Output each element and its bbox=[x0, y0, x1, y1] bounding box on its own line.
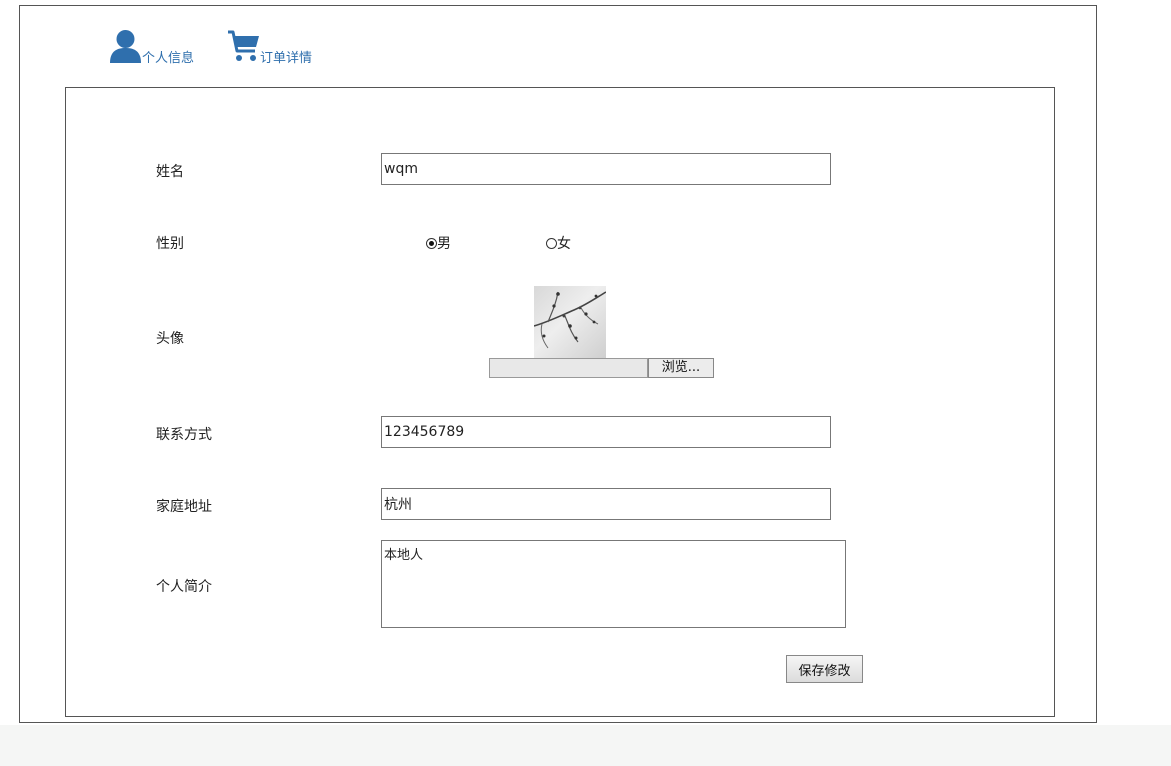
name-label: 姓名 bbox=[156, 164, 184, 180]
gender-male-label: 男 bbox=[437, 236, 451, 252]
nav-orders-label: 订单详情 bbox=[260, 51, 313, 66]
user-icon bbox=[109, 29, 142, 67]
avatar-file-path[interactable] bbox=[489, 358, 648, 378]
contact-label: 联系方式 bbox=[156, 427, 212, 443]
gender-option-female[interactable]: 女 bbox=[546, 233, 571, 253]
cart-icon bbox=[227, 29, 260, 67]
avatar-image bbox=[534, 286, 606, 358]
nav-item-profile[interactable]: 个人信息 bbox=[109, 29, 195, 67]
gender-female-radio[interactable] bbox=[546, 237, 557, 249]
contact-input[interactable] bbox=[381, 416, 831, 448]
nav-profile-label: 个人信息 bbox=[142, 51, 195, 66]
avatar-label: 头像 bbox=[156, 331, 184, 347]
name-input[interactable] bbox=[381, 153, 831, 185]
bio-label: 个人简介 bbox=[156, 579, 212, 595]
gender-option-male[interactable]: 男 bbox=[426, 233, 451, 253]
address-input[interactable] bbox=[381, 488, 831, 520]
browse-button[interactable]: 浏览... bbox=[648, 358, 714, 378]
save-button[interactable]: 保存修改 bbox=[786, 655, 863, 683]
nav-item-orders[interactable]: 订单详情 bbox=[227, 29, 313, 67]
gender-female-label: 女 bbox=[557, 236, 571, 252]
address-label: 家庭地址 bbox=[156, 499, 212, 515]
bio-textarea[interactable]: 本地人 bbox=[381, 540, 846, 628]
profile-page: 个人信息 订单详情 姓名 性别 男 女 头像 bbox=[0, 0, 1171, 725]
gender-male-radio[interactable] bbox=[426, 237, 437, 249]
gender-label: 性别 bbox=[156, 236, 184, 252]
